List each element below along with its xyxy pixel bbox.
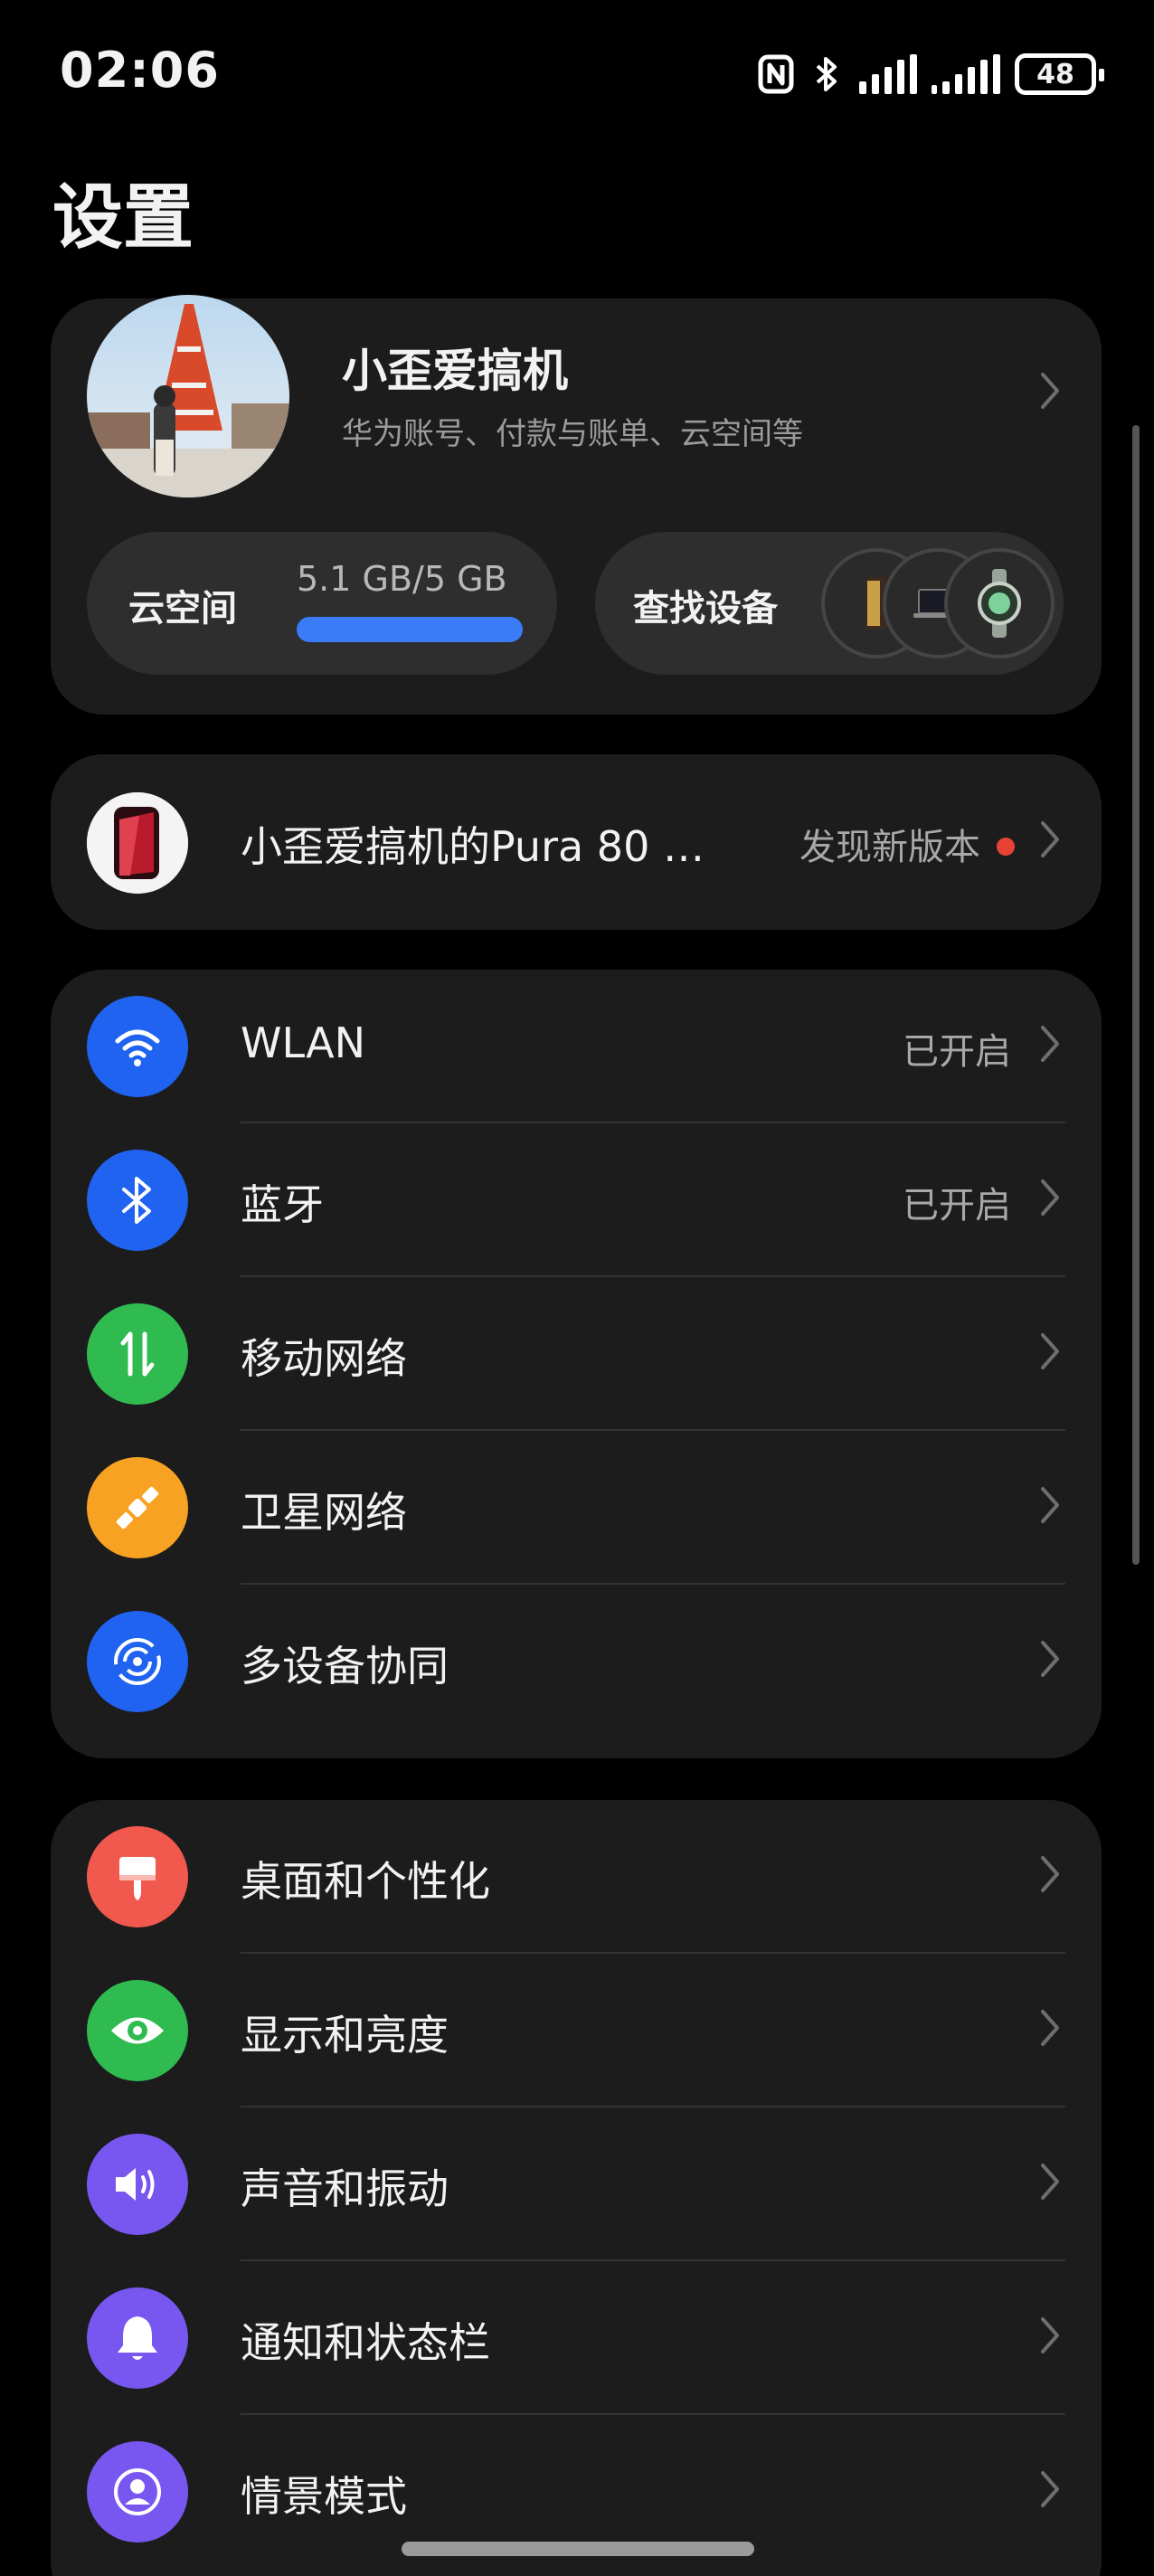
display-settings-group: 桌面和个性化 显示和亮度 声音和振动 通知和状态栏 情景模式 [51, 1800, 1102, 2576]
settings-item-label: 情景模式 [241, 2472, 407, 2521]
page-title: 设置 [52, 177, 194, 259]
update-status: 发现新版本 [799, 827, 980, 868]
battery-level: 48 [1036, 58, 1074, 90]
multi-device-icon [87, 1611, 188, 1712]
settings-item-home-screen[interactable]: 桌面和个性化 [51, 1800, 1102, 1954]
speaker-icon [87, 2134, 188, 2235]
settings-item-label: 卫星网络 [241, 1488, 407, 1537]
settings-item-label: WLAN [241, 1018, 366, 1067]
settings-item-value: 已开启 [903, 1185, 1011, 1226]
chevron-right-icon [1040, 1639, 1060, 1682]
settings-item-label: 桌面和个性化 [241, 1857, 490, 1906]
network-settings-group: WLAN 已开启 蓝牙 已开启 移动网络 卫星网络 多设备协同 [51, 970, 1102, 1758]
chevron-right-icon [1040, 1331, 1060, 1375]
cloud-space-button[interactable]: 云空间 5.1 GB/5 GB [87, 532, 557, 675]
account-card[interactable]: 小歪爱搞机 华为账号、付款与账单、云空间等 云空间 5.1 GB/5 GB 查找… [51, 295, 1102, 715]
chevron-right-icon [1040, 2162, 1060, 2205]
cloud-usage-text: 5.1 GB/5 GB [297, 559, 507, 599]
chevron-right-icon [1040, 2316, 1060, 2359]
chevron-right-icon [1040, 371, 1060, 414]
settings-item-multi-device[interactable]: 多设备协同 [51, 1585, 1102, 1738]
bell-icon [87, 2287, 188, 2389]
settings-item-mobile-network[interactable]: 移动网络 [51, 1277, 1102, 1431]
eye-icon [87, 1980, 188, 2081]
avatar[interactable] [87, 295, 289, 497]
find-device-button[interactable]: 查找设备 [595, 532, 1064, 675]
settings-item-notifications[interactable]: 通知和状态栏 [51, 2261, 1102, 2415]
battery-indicator: 48 [1015, 53, 1104, 95]
phone-image [87, 792, 188, 894]
chevron-right-icon [1040, 1024, 1060, 1067]
bluetooth-icon [87, 1150, 188, 1251]
signal-icon-2 [932, 54, 1000, 94]
chevron-right-icon [1040, 2008, 1060, 2051]
status-time: 02:06 [60, 42, 220, 99]
settings-item-bluetooth[interactable]: 蓝牙 已开启 [51, 1123, 1102, 1277]
settings-item-label: 显示和亮度 [241, 2011, 449, 2060]
nfc-icon [758, 52, 794, 96]
signal-icon [859, 54, 917, 94]
chevron-right-icon [1040, 1178, 1060, 1221]
chevron-right-icon [1040, 819, 1060, 863]
status-bar: 02:06 48 [0, 0, 1154, 145]
paint-brush-icon [87, 1826, 188, 1927]
cloud-space-label: 云空间 [128, 588, 237, 630]
wifi-icon [87, 996, 188, 1097]
chevron-right-icon [1040, 1854, 1060, 1898]
settings-item-label: 蓝牙 [241, 1180, 324, 1229]
settings-item-sound[interactable]: 声音和振动 [51, 2107, 1102, 2261]
account-name: 小歪爱搞机 [342, 345, 568, 397]
settings-item-label: 移动网络 [241, 1334, 407, 1383]
settings-item-label: 多设备协同 [241, 1642, 449, 1690]
cloud-usage-fill [297, 617, 523, 642]
mobile-data-icon [87, 1303, 188, 1405]
home-indicator[interactable] [402, 2542, 754, 2556]
bluetooth-status-icon [809, 52, 845, 96]
device-name: 小歪爱搞机的Pura 80 … [241, 822, 705, 871]
settings-item-satellite-network[interactable]: 卫星网络 [51, 1431, 1102, 1585]
cloud-usage-bar [297, 617, 523, 642]
status-icons: 48 [758, 51, 1104, 98]
settings-item-wlan[interactable]: WLAN 已开启 [51, 970, 1102, 1123]
settings-item-display[interactable]: 显示和亮度 [51, 1954, 1102, 2107]
settings-item-label: 通知和状态栏 [241, 2318, 490, 2367]
settings-item-label: 声音和振动 [241, 2164, 449, 2213]
scrollbar[interactable] [1132, 425, 1140, 1565]
settings-item-value: 已开启 [903, 1031, 1011, 1073]
chevron-right-icon [1040, 2469, 1060, 2513]
satellite-icon [87, 1457, 188, 1558]
device-update-card[interactable]: 小歪爱搞机的Pura 80 … 发现新版本 [51, 754, 1102, 930]
find-device-label: 查找设备 [633, 588, 778, 630]
chevron-right-icon [1040, 1485, 1060, 1529]
account-subtitle: 华为账号、付款与账单、云空间等 [342, 416, 803, 452]
update-badge-dot [997, 838, 1015, 856]
profile-mode-icon [87, 2441, 188, 2543]
device-watch-thumbnail [944, 548, 1055, 658]
